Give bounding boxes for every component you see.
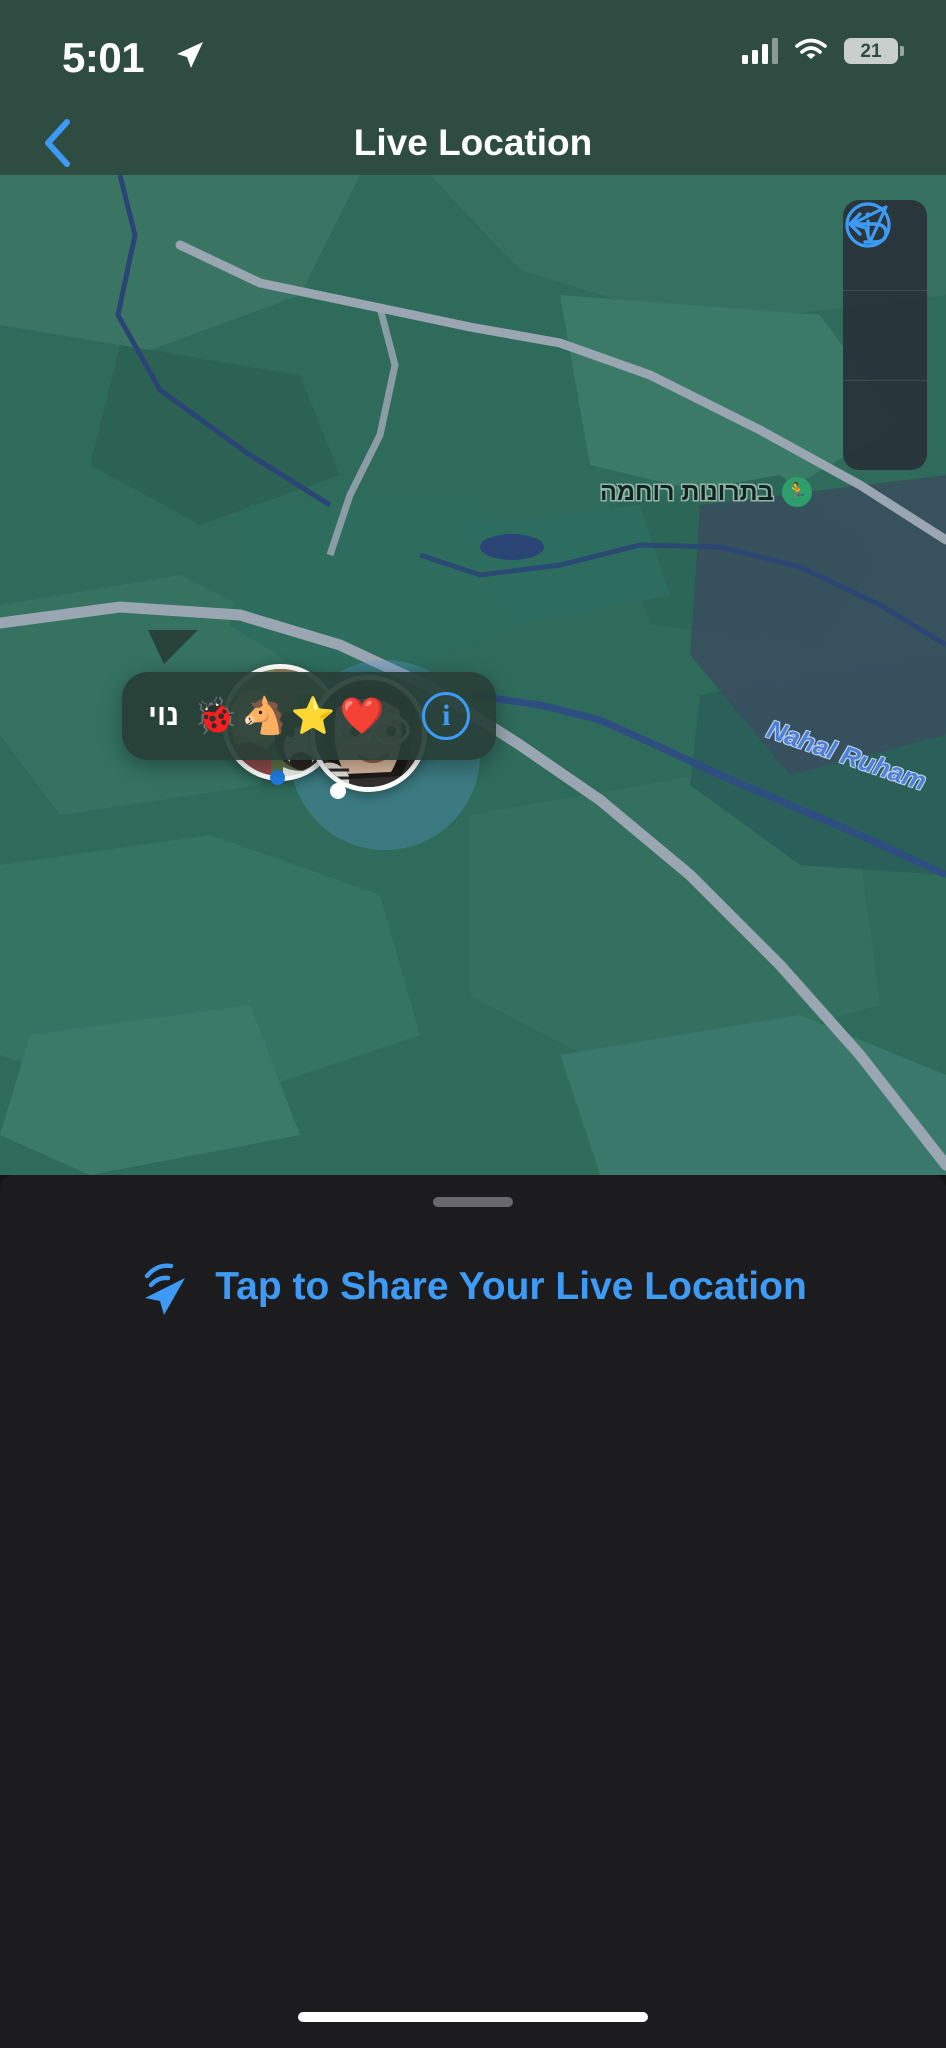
location-dot-white	[330, 783, 346, 799]
cellular-signal-icon	[742, 38, 778, 64]
share-live-location-button[interactable]: Tap to Share Your Live Location	[0, 1237, 946, 1337]
map-canvas[interactable]: 🏃 בתרונות רוחמה Nahal Ruham נוי 🐞🐴⭐❤️ i	[0, 175, 946, 1175]
undo-arrow-icon	[848, 212, 888, 244]
wifi-icon	[795, 38, 827, 59]
chevron-left-icon	[45, 118, 70, 167]
nav-bar: Live Location	[0, 110, 946, 175]
info-circle-icon[interactable]: i	[422, 692, 471, 740]
map-callout[interactable]: נוי 🐞🐴⭐❤️ i	[122, 672, 497, 760]
callout-emoji: 🐞🐴⭐❤️	[193, 695, 389, 736]
map-poi-label: 🏃 בתרונות רוחמה	[600, 477, 812, 507]
bottom-sheet: Tap to Share Your Live Location	[0, 1175, 946, 2048]
battery-indicator: 21	[844, 38, 904, 64]
share-live-location-label: Tap to Share Your Live Location	[215, 1265, 807, 1308]
callout-name: נוי	[148, 699, 180, 732]
page-title: Live Location	[353, 121, 593, 163]
status-time: 5:01	[62, 34, 145, 81]
poi-label-text: בתרונות רוחמה	[600, 477, 774, 506]
callout-tail	[148, 630, 198, 664]
home-indicator[interactable]	[298, 2012, 648, 2022]
location-dot-blue	[270, 770, 285, 785]
location-arrow-icon	[172, 38, 206, 77]
undo-button[interactable]	[843, 212, 927, 470]
status-bar: 5:01 21	[0, 0, 946, 110]
hiking-trail-icon: 🏃	[781, 477, 812, 507]
live-location-screen: 🏃 בתרונות רוחמה Nahal Ruham נוי 🐞🐴⭐❤️ i	[0, 0, 946, 2048]
recenter-button[interactable]	[843, 205, 927, 380]
sheet-grabber[interactable]	[433, 1197, 513, 1207]
back-button[interactable]	[18, 110, 98, 175]
status-indicators: 21	[742, 38, 904, 64]
map-controls	[843, 200, 927, 470]
live-location-broadcast-icon	[145, 1263, 186, 1315]
battery-level: 21	[860, 40, 882, 62]
